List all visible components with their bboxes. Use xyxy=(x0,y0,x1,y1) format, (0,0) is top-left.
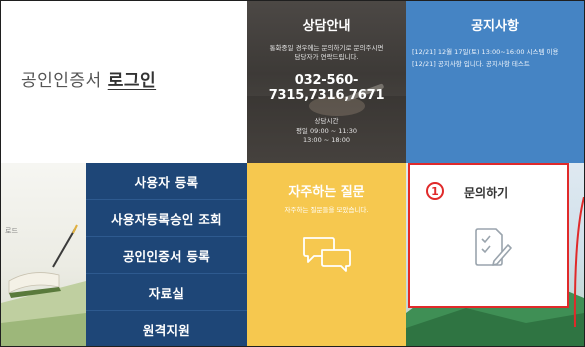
faq-title: 자주하는 질문 xyxy=(288,185,365,200)
consult-desc-line: 통화중일 경우에는 문의하기로 문의주시면 xyxy=(269,44,384,52)
login-heading: 공인인증서 로그인 xyxy=(21,66,156,91)
notice-list: [12/21] 12월 17일(토) 13:00~16:00 시스템 이용 [1… xyxy=(412,46,584,71)
background-scene: 로드 xyxy=(1,163,86,346)
faq-description: 자주하는 질문들을 모았습니다. xyxy=(284,206,369,214)
consult-hours: 평일 09:00 ~ 11:30 13:00 ~ 18:00 xyxy=(247,127,406,145)
menu-remote-support[interactable]: 원격지원 xyxy=(86,311,247,346)
login-prefix: 공인인증서 xyxy=(21,70,102,91)
consult-description: 통화중일 경우에는 문의하기로 문의주시면 담당자가 연락드립니다. xyxy=(247,44,406,63)
notice-panel: 공지사항 [12/21] 12월 17일(토) 13:00~16:00 시스템 … xyxy=(406,1,584,163)
annotation-arrow-edge xyxy=(573,197,584,327)
consult-hours-afternoon: 13:00 ~ 18:00 xyxy=(302,135,351,144)
notice-title: 공지사항 xyxy=(471,19,519,34)
menu-archive[interactable]: 자료실 xyxy=(86,274,247,311)
consult-hours-weekday: 평일 09:00 ~ 11:30 xyxy=(295,126,358,135)
faq-panel[interactable]: 자주하는 질문 자주하는 질문들을 모았습니다. xyxy=(247,163,406,346)
inquiry-title: 문의하기 xyxy=(464,186,509,200)
consult-phone: 032-560-7315,7316,7671 xyxy=(268,72,385,103)
quick-menu: 사용자 등록 사용자등록승인 조회 공인인증서 등록 자료실 원격지원 xyxy=(86,163,247,346)
menu-user-approval-check[interactable]: 사용자등록승인 조회 xyxy=(86,200,247,237)
menu-user-register[interactable]: 사용자 등록 xyxy=(86,163,247,200)
annotation-number-badge: 1 xyxy=(426,182,444,200)
consult-desc-line: 담당자가 연락드립니다. xyxy=(294,53,359,62)
inquiry-panel[interactable]: 1 문의하기 xyxy=(408,163,569,308)
document-edit-icon xyxy=(468,225,512,273)
consult-title: 상담안내 xyxy=(302,19,351,34)
notice-item[interactable]: [12/21] 12월 17일(토) 13:00~16:00 시스템 이용 xyxy=(412,46,584,58)
chat-bubbles-icon xyxy=(247,234,406,278)
book-pencil-illustration xyxy=(1,224,86,346)
menu-certificate-register[interactable]: 공인인증서 등록 xyxy=(86,237,247,274)
notice-item[interactable]: [12/21] 공지사항 입니다. 공지사항 테스트 xyxy=(412,58,584,70)
login-link[interactable]: 로그인 xyxy=(108,71,156,91)
consult-hours-label: 상담시간 xyxy=(314,116,339,125)
scene-label: 로드 xyxy=(5,227,18,235)
main-page: 공인인증서 로그인 상담안내 통화중일 경우에는 문의하기로 문의주시면 담당자가… xyxy=(0,0,585,347)
login-panel: 공인인증서 로그인 xyxy=(1,1,247,163)
consult-panel: 상담안내 통화중일 경우에는 문의하기로 문의주시면 담당자가 연락드립니다. … xyxy=(247,1,406,163)
